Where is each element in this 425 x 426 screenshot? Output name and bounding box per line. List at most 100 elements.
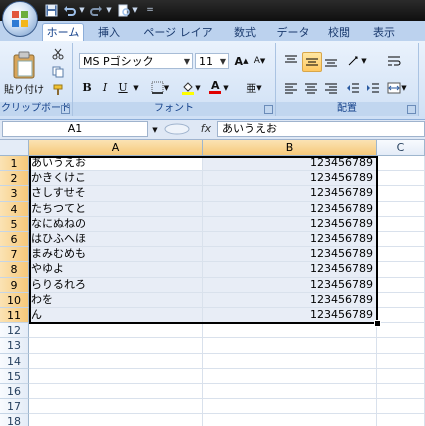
cell-b[interactable]: [203, 399, 377, 415]
row-header[interactable]: 2: [0, 171, 29, 187]
alignment-dialog-launcher[interactable]: [407, 105, 416, 114]
cell-c[interactable]: [377, 353, 425, 369]
font-size-select[interactable]: 11 ▼: [195, 53, 229, 69]
cell-c[interactable]: [377, 216, 425, 232]
cell-b[interactable]: [203, 414, 377, 426]
redo-icon[interactable]: [89, 2, 103, 18]
column-header-c[interactable]: C: [377, 140, 425, 156]
cell-b[interactable]: [203, 384, 377, 400]
cell-c[interactable]: [377, 232, 425, 248]
cell-c[interactable]: [377, 247, 425, 263]
column-header-a[interactable]: A: [29, 140, 203, 156]
cell-a[interactable]: [29, 338, 203, 354]
increase-indent-button[interactable]: [364, 79, 382, 97]
row-header[interactable]: 15: [0, 368, 29, 384]
tab-home[interactable]: ホーム: [42, 23, 84, 42]
copy-icon[interactable]: [50, 65, 66, 79]
cell-c[interactable]: [377, 338, 425, 354]
column-header-b[interactable]: B: [203, 140, 377, 156]
row-header[interactable]: 12: [0, 323, 29, 339]
grow-font-button[interactable]: A ▲: [233, 53, 250, 69]
row-header[interactable]: 13: [0, 338, 29, 354]
select-all-button[interactable]: [0, 140, 29, 156]
row-header[interactable]: 7: [0, 247, 29, 263]
orientation-button[interactable]: ▼: [344, 52, 370, 70]
row-header[interactable]: 8: [0, 262, 29, 278]
cell-a[interactable]: らりるれろ: [29, 277, 203, 293]
row-header[interactable]: 17: [0, 399, 29, 415]
align-center-button[interactable]: [302, 79, 320, 97]
clipboard-dialog-launcher[interactable]: [61, 105, 70, 114]
align-bottom-button[interactable]: [322, 52, 340, 70]
cell-c[interactable]: [377, 262, 425, 278]
redo-dropdown-icon[interactable]: ▼: [105, 2, 113, 18]
bold-button[interactable]: B: [79, 79, 95, 96]
cell-c[interactable]: [377, 414, 425, 426]
cell-b[interactable]: 123456789: [203, 201, 377, 217]
cell-a[interactable]: [29, 368, 203, 384]
cell-b[interactable]: [203, 368, 377, 384]
cell-a[interactable]: [29, 399, 203, 415]
row-header[interactable]: 10: [0, 292, 29, 308]
customize-icon[interactable]: ▼: [131, 2, 139, 18]
cell-a[interactable]: あいうえお: [29, 156, 203, 172]
tab-formulas[interactable]: 数式: [228, 24, 262, 41]
cell-c[interactable]: [377, 384, 425, 400]
tab-view[interactable]: 表示: [366, 24, 402, 41]
fill-handle[interactable]: [374, 320, 381, 327]
undo-dropdown-icon[interactable]: ▼: [78, 2, 86, 18]
cell-c[interactable]: [377, 277, 425, 293]
fill-color-button[interactable]: ▼: [179, 79, 203, 96]
cell-b[interactable]: 123456789: [203, 308, 377, 324]
cell-c[interactable]: [377, 156, 425, 172]
tab-page-layout[interactable]: ページ レイアウト: [138, 24, 218, 56]
cell-c[interactable]: [377, 323, 425, 339]
cell-b[interactable]: [203, 353, 377, 369]
cell-a[interactable]: [29, 384, 203, 400]
wrap-text-button[interactable]: [384, 52, 404, 70]
cell-a[interactable]: さしすせそ: [29, 186, 203, 202]
cell-a[interactable]: なにぬねの: [29, 216, 203, 232]
cell-b[interactable]: 123456789: [203, 247, 377, 263]
align-top-button[interactable]: [282, 52, 300, 70]
cell-b[interactable]: [203, 323, 377, 339]
cell-b[interactable]: 123456789: [203, 156, 377, 172]
cell-b[interactable]: 123456789: [203, 186, 377, 202]
row-header[interactable]: 14: [0, 353, 29, 369]
cell-a[interactable]: [29, 323, 203, 339]
underline-dropdown-icon[interactable]: ▼: [132, 79, 140, 96]
tab-data[interactable]: データ: [272, 24, 314, 41]
font-name-select[interactable]: MS Pゴシック ▼: [79, 53, 193, 69]
shrink-font-button[interactable]: A ▼: [251, 53, 268, 69]
undo-icon[interactable]: [62, 2, 76, 18]
name-box-dropdown-icon[interactable]: ▼: [150, 122, 160, 137]
cell-c[interactable]: [377, 368, 425, 384]
cell-a[interactable]: [29, 353, 203, 369]
cell-c[interactable]: [377, 171, 425, 187]
cell-b[interactable]: 123456789: [203, 232, 377, 248]
print-preview-icon[interactable]: [116, 2, 130, 18]
cell-a[interactable]: ん: [29, 308, 203, 324]
cell-a[interactable]: はひふへほ: [29, 232, 203, 248]
row-header[interactable]: 1: [0, 156, 29, 172]
row-header[interactable]: 16: [0, 384, 29, 400]
cell-c[interactable]: [377, 292, 425, 308]
save-icon[interactable]: [44, 2, 58, 18]
paste-button[interactable]: 貼り付け: [4, 46, 44, 100]
underline-button[interactable]: U: [115, 79, 131, 96]
cell-a[interactable]: [29, 414, 203, 426]
cell-c[interactable]: [377, 201, 425, 217]
align-middle-button[interactable]: [302, 52, 322, 72]
align-left-button[interactable]: [282, 79, 300, 97]
font-color-button[interactable]: A ▼: [206, 79, 232, 96]
phonetic-button[interactable]: 亜 ▼: [241, 79, 267, 96]
cell-a[interactable]: まみむめも: [29, 247, 203, 263]
formula-bar-splitter[interactable]: [163, 121, 191, 137]
cell-b[interactable]: 123456789: [203, 216, 377, 232]
row-header[interactable]: 9: [0, 277, 29, 293]
insert-function-button[interactable]: fx: [197, 121, 215, 137]
row-header[interactable]: 4: [0, 201, 29, 217]
decrease-indent-button[interactable]: [344, 79, 362, 97]
row-header[interactable]: 6: [0, 232, 29, 248]
cut-icon[interactable]: [50, 47, 66, 61]
